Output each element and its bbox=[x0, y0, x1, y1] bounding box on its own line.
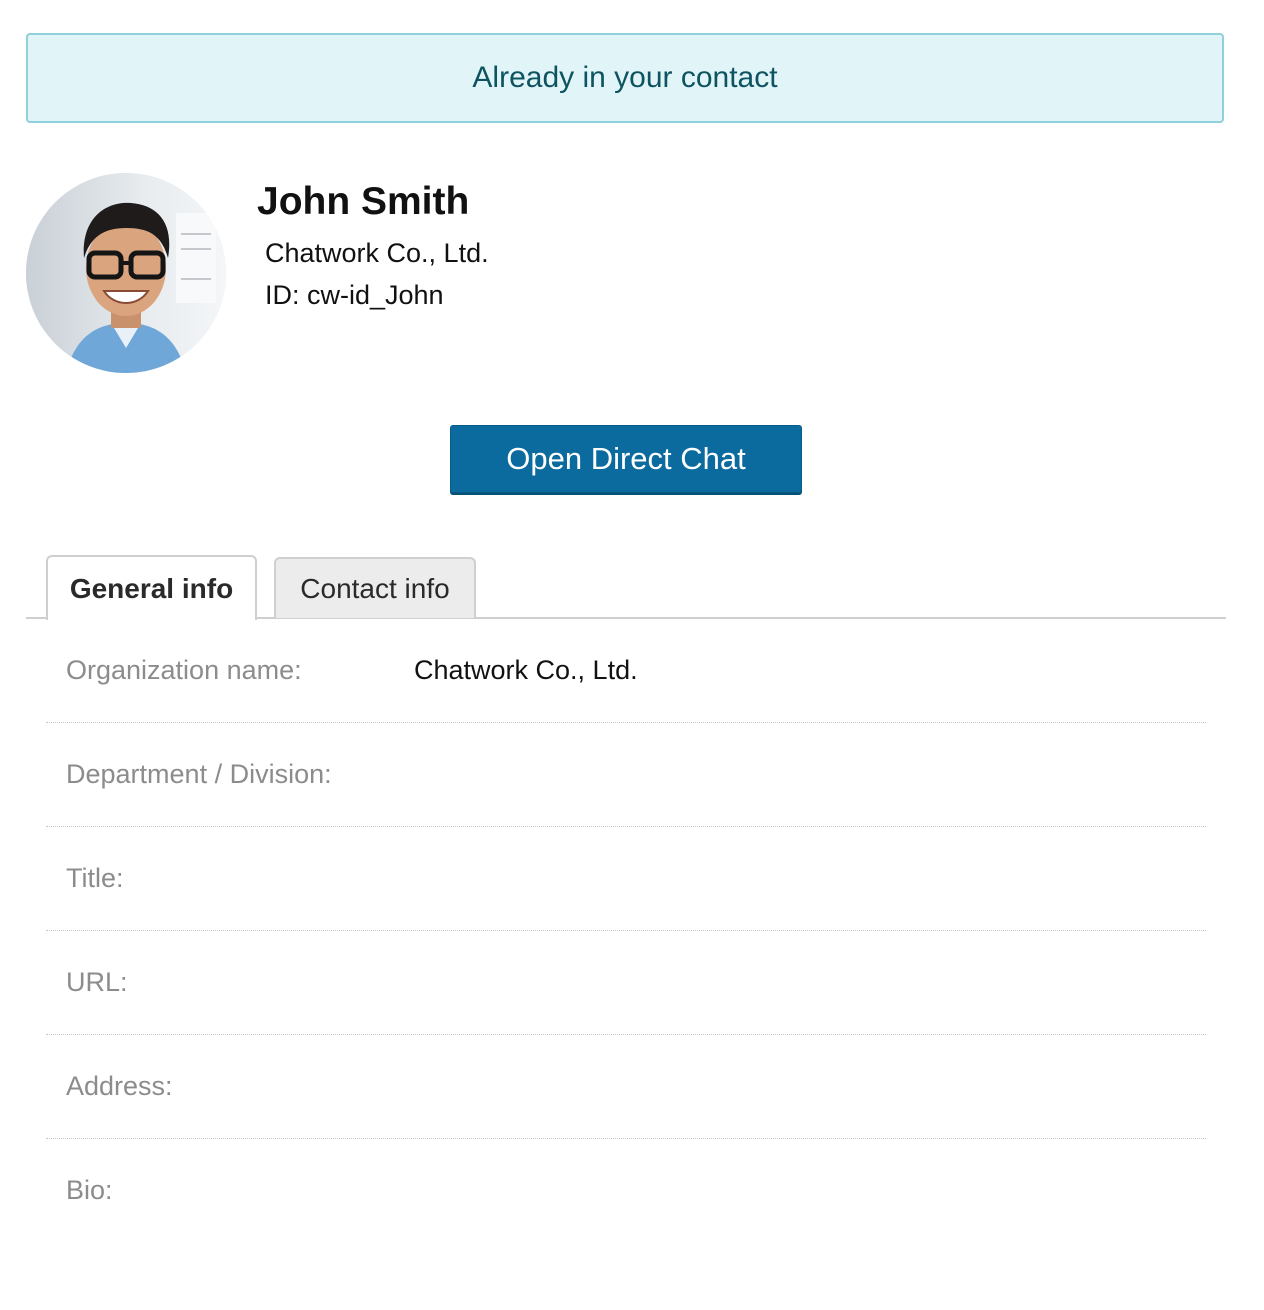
open-direct-chat-button[interactable]: Open Direct Chat bbox=[450, 425, 802, 493]
tab-label: General info bbox=[69, 572, 234, 604]
contact-status-notice: Already in your contact bbox=[26, 33, 1224, 123]
info-row-address: Address: bbox=[46, 1035, 1206, 1139]
user-photo-avatar bbox=[26, 173, 226, 373]
info-label: Title: bbox=[66, 863, 124, 893]
contact-status-text: Already in your contact bbox=[472, 61, 778, 94]
tab-general-info[interactable]: General info bbox=[46, 555, 257, 620]
info-label: Organization name: bbox=[66, 655, 302, 685]
tab-contact-info[interactable]: Contact info bbox=[274, 557, 476, 618]
info-label: Department / Division: bbox=[66, 759, 332, 789]
info-row-department: Department / Division: bbox=[46, 723, 1206, 827]
contact-chatwork-id: ID: cw-id_John bbox=[265, 280, 444, 310]
info-label: Address: bbox=[66, 1071, 173, 1101]
tab-label: Contact info bbox=[300, 572, 450, 604]
info-row-title: Title: bbox=[46, 827, 1206, 931]
info-label: URL: bbox=[66, 967, 128, 997]
general-info-list: Organization name: Chatwork Co., Ltd. De… bbox=[46, 619, 1206, 1243]
info-value: Chatwork Co., Ltd. bbox=[414, 655, 638, 685]
contact-name: John Smith bbox=[257, 180, 470, 223]
avatar bbox=[26, 173, 226, 373]
info-row-organization: Organization name: Chatwork Co., Ltd. bbox=[46, 619, 1206, 723]
contact-organization: Chatwork Co., Ltd. bbox=[265, 238, 489, 268]
info-row-url: URL: bbox=[46, 931, 1206, 1035]
info-label: Bio: bbox=[66, 1175, 113, 1205]
info-row-bio: Bio: bbox=[46, 1139, 1206, 1243]
